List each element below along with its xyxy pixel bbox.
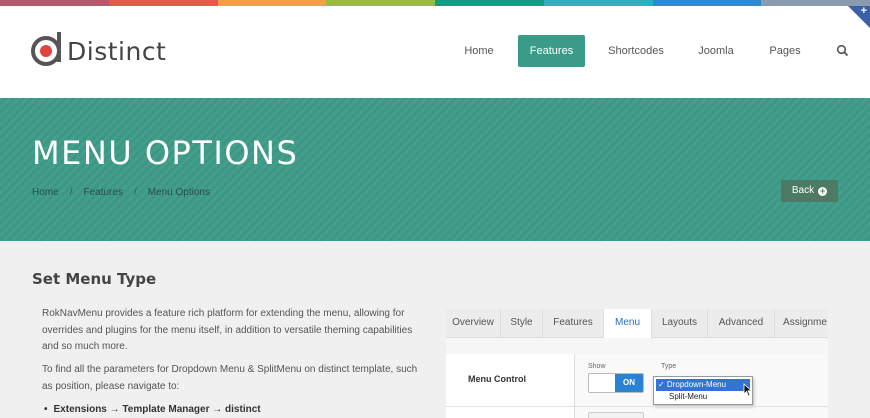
option-dropdown-menu[interactable]: ✓ Dropdown-Menu (656, 379, 750, 391)
nav-item-features[interactable]: Features (518, 35, 585, 67)
tab-menu[interactable]: Menu (604, 309, 652, 339)
site-header: Distinct Home Features Shortcodes Joomla… (0, 6, 870, 98)
nav-path-bullet: Extensions → Template Manager → distinct (44, 404, 261, 415)
back-button[interactable]: Back + (781, 180, 838, 202)
toggle-on-label: ON (615, 374, 643, 392)
show-label: Show (588, 363, 606, 370)
hero-banner: MENU OPTIONS Home / Features / Menu Opti… (0, 98, 870, 241)
plus-icon[interactable]: + (861, 6, 867, 17)
breadcrumb-sep: / (133, 187, 137, 198)
show-toggle[interactable]: ON (588, 373, 644, 393)
nav-item-joomla[interactable]: Joomla (689, 35, 743, 67)
plus-circle-icon: + (818, 186, 828, 196)
menu-type-dropdown[interactable]: ✓ Dropdown-Menu Split-Menu (653, 376, 753, 405)
instructions-paragraph: To find all the parameters for Dropdown … (42, 364, 418, 392)
row-divider (446, 406, 828, 407)
tab-overview[interactable]: Overview (446, 309, 501, 338)
breadcrumb-current: Menu Options (147, 187, 210, 198)
admin-panel: Overview Style Features Menu Layouts Adv… (446, 309, 828, 418)
tab-advanced[interactable]: Advanced (708, 309, 775, 338)
cursor-arrow-icon (743, 383, 753, 397)
tab-style[interactable]: Style (501, 309, 543, 338)
nav-item-pages[interactable]: Pages (760, 35, 810, 67)
menu-control-label: Menu Control (468, 374, 526, 384)
option-split-menu[interactable]: Split-Menu (656, 391, 750, 403)
next-row-control[interactable] (588, 412, 644, 418)
tab-assignments[interactable]: Assignme (775, 309, 828, 338)
nav-item-home[interactable]: Home (455, 35, 503, 67)
breadcrumb-features[interactable]: Features (83, 187, 122, 198)
tab-features[interactable]: Features (543, 309, 604, 338)
intro-paragraph: RokNavMenu provides a feature rich platf… (42, 308, 413, 352)
search-icon[interactable] (836, 44, 849, 57)
tab-layouts[interactable]: Layouts (652, 309, 708, 338)
breadcrumb-home[interactable]: Home (32, 187, 59, 198)
admin-tabs: Overview Style Features Menu Layouts Adv… (446, 309, 828, 339)
panel-spacer (446, 338, 828, 354)
breadcrumb: Home / Features / Menu Options (32, 187, 210, 198)
section-title: Set Menu Type (32, 270, 157, 288)
nav-item-shortcodes[interactable]: Shortcodes (603, 35, 669, 67)
type-label: Type (661, 363, 677, 370)
back-button-label: Back (791, 185, 815, 196)
main-nav: Home Features Shortcodes Joomla Pages (0, 35, 870, 67)
page-title: MENU OPTIONS (32, 134, 299, 172)
breadcrumb-sep: / (69, 187, 73, 198)
